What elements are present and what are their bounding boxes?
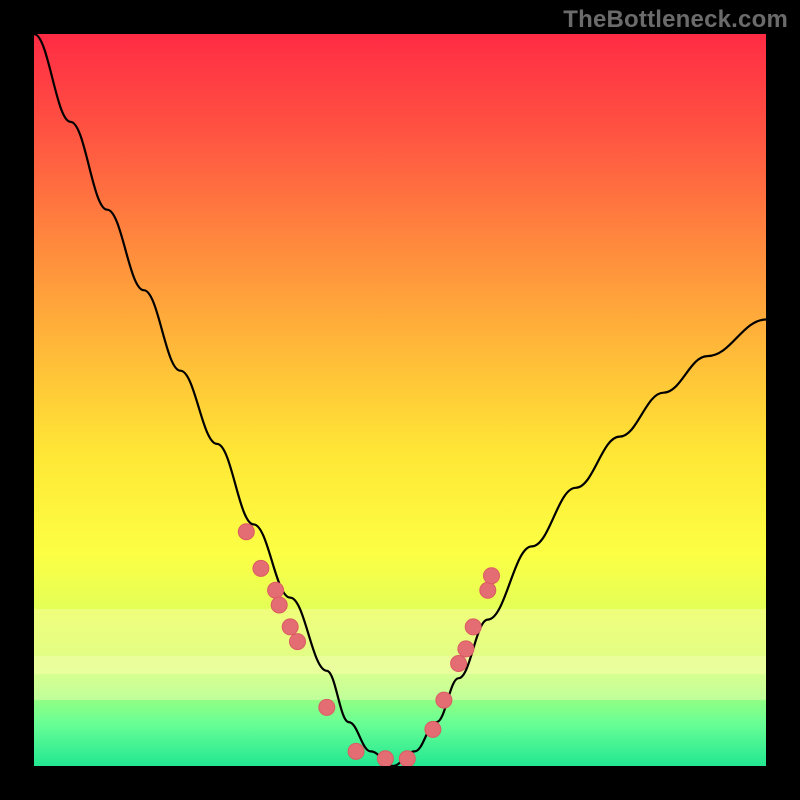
watermark-text: TheBottleneck.com: [563, 6, 788, 34]
marker-dot: [377, 751, 393, 766]
marker-dot: [238, 524, 254, 540]
marker-dot: [271, 597, 287, 613]
marker-dot: [480, 582, 496, 598]
curve-layer: [34, 34, 766, 766]
marker-dot: [348, 743, 364, 759]
plot-area: [34, 34, 766, 766]
marker-dot: [282, 619, 298, 635]
marker-dot: [465, 619, 481, 635]
marker-group: [238, 524, 499, 766]
marker-dot: [451, 656, 467, 672]
chart-frame: TheBottleneck.com: [0, 0, 800, 800]
marker-dot: [268, 582, 284, 598]
marker-dot: [319, 699, 335, 715]
marker-dot: [399, 751, 415, 766]
bottleneck-curve: [34, 34, 766, 766]
marker-dot: [484, 568, 500, 584]
marker-dot: [425, 721, 441, 737]
marker-dot: [458, 641, 474, 657]
marker-dot: [253, 560, 269, 576]
marker-dot: [436, 692, 452, 708]
marker-dot: [290, 634, 306, 650]
